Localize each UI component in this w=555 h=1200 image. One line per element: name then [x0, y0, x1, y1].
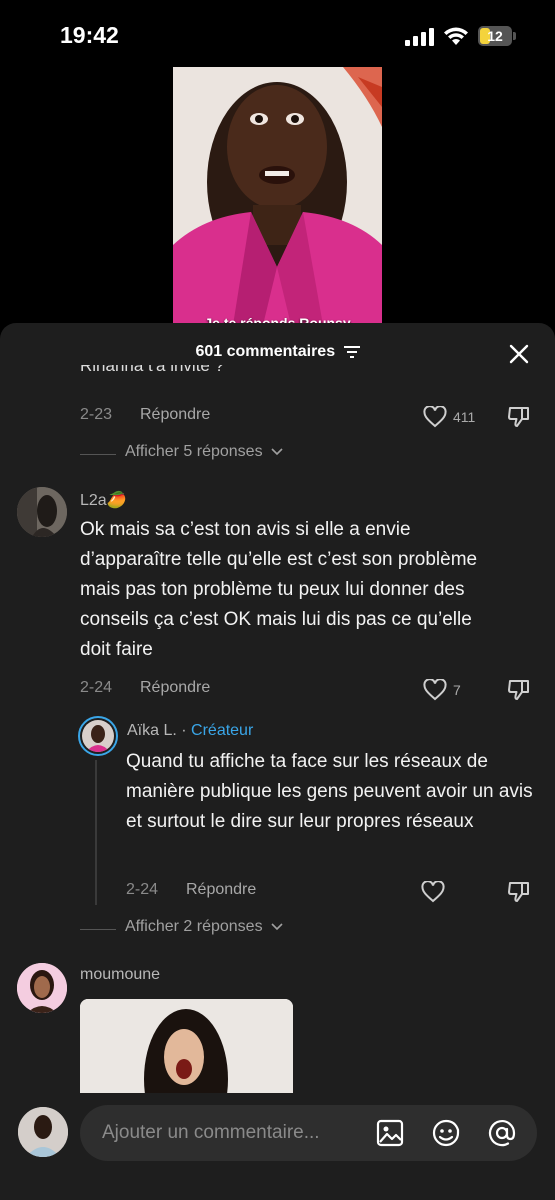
reply-button[interactable]: Répondre	[140, 406, 210, 424]
emoji-icon[interactable]	[431, 1118, 461, 1148]
view-replies-button[interactable]: Afficher 2 réponses	[80, 918, 283, 936]
comment-meta-row: 2-24 Répondre 7	[80, 679, 540, 703]
video-frame-image	[173, 67, 382, 325]
cellular-signal-icon	[405, 28, 434, 46]
creator-badge: Créateur	[191, 722, 254, 739]
comment-username[interactable]: L2a🥭	[80, 490, 127, 510]
comment-composer: Ajouter un commentaire...	[0, 1093, 555, 1200]
reply-button[interactable]: Répondre	[186, 881, 256, 899]
reply-text: Quand tu affiche ta face sur les réseaux…	[126, 751, 533, 832]
comment-date: 2-23	[80, 406, 113, 423]
avatar[interactable]	[17, 963, 67, 1013]
chevron-down-icon	[271, 923, 283, 930]
comment-input-placeholder: Ajouter un commentaire...	[102, 1122, 320, 1143]
video-thumbnail[interactable]: Je te réponds Rounsy	[173, 67, 382, 325]
reply-thread-line	[95, 760, 97, 905]
comment-date: 2-24	[80, 679, 113, 696]
heart-icon[interactable]	[423, 679, 447, 701]
heart-icon[interactable]	[423, 406, 447, 428]
dislike-icon[interactable]	[507, 405, 531, 429]
comment-text-truncated: Rihanna t'a invité ?	[80, 365, 225, 375]
comments-sheet: 601 commentaires Rihanna t'a invité ? 2-…	[0, 323, 555, 1200]
comment-meta-row: 2-23 Répondre 411	[80, 406, 540, 430]
user-avatar[interactable]	[18, 1107, 68, 1157]
mention-icon[interactable]	[487, 1118, 517, 1148]
image-icon[interactable]	[375, 1118, 405, 1148]
reply-username-row: Aïka L. · Créateur	[127, 722, 253, 740]
battery-indicator: 12	[478, 26, 516, 46]
view-replies-button[interactable]: Afficher 5 réponses	[80, 443, 283, 461]
close-icon[interactable]	[509, 344, 529, 364]
heart-icon[interactable]	[421, 881, 445, 903]
wifi-icon	[444, 27, 468, 45]
avatar[interactable]	[17, 487, 67, 537]
battery-level: 12	[487, 28, 503, 44]
filter-icon[interactable]	[343, 345, 360, 358]
comment-username[interactable]: moumoune	[80, 966, 160, 984]
dislike-icon[interactable]	[507, 880, 531, 904]
view-replies-label: Afficher 5 réponses	[125, 443, 263, 460]
comments-count-label: 601 commentaires	[195, 343, 336, 360]
comment-input[interactable]: Ajouter un commentaire...	[80, 1105, 537, 1161]
status-time: 19:42	[60, 22, 119, 48]
dislike-icon[interactable]	[507, 678, 531, 702]
view-replies-label: Afficher 2 réponses	[125, 918, 263, 935]
like-count: 411	[453, 409, 476, 425]
creator-avatar[interactable]	[78, 716, 118, 756]
reply-username[interactable]: Aïka L.	[127, 722, 177, 739]
status-bar: 19:42 12	[0, 0, 555, 70]
reply-date: 2-24	[126, 881, 159, 898]
divider	[80, 929, 116, 930]
reply-meta-row: 2-24 Répondre	[126, 881, 540, 905]
divider	[80, 454, 116, 455]
comment-text: Ok mais sa c’est ton avis si elle a envi…	[80, 519, 478, 660]
reply-button[interactable]: Répondre	[140, 679, 210, 697]
comments-title[interactable]: 601 commentaires	[0, 343, 555, 361]
separator: ·	[176, 722, 192, 739]
chevron-down-icon	[271, 448, 283, 455]
gif-image[interactable]	[80, 999, 293, 1099]
like-count: 7	[453, 682, 461, 698]
